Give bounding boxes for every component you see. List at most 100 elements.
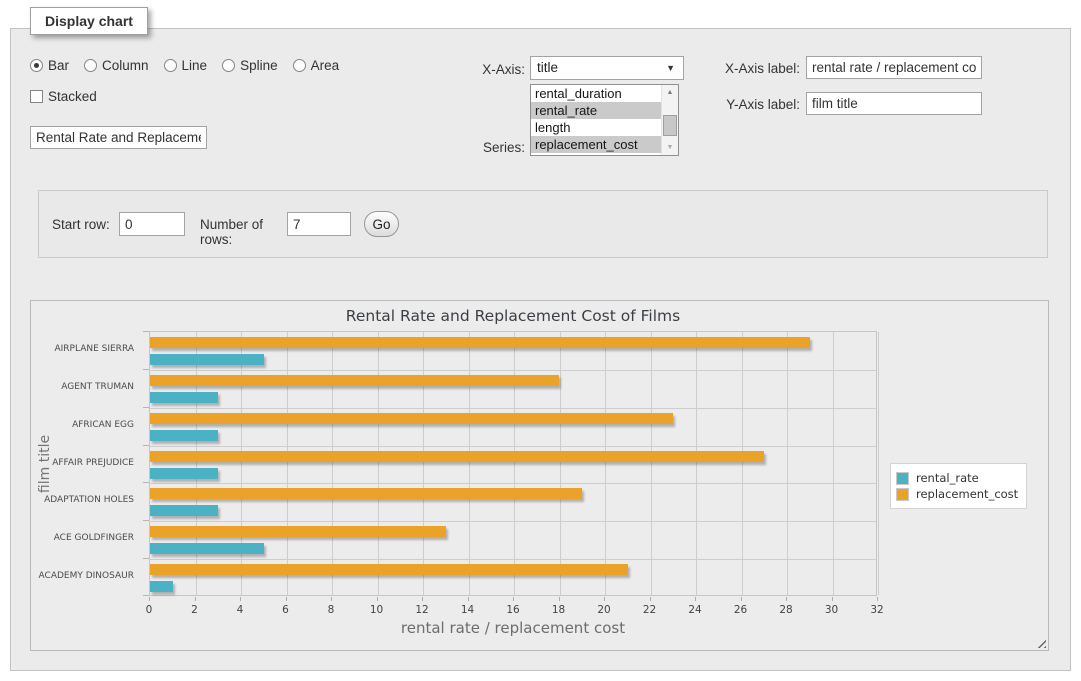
gridline (605, 332, 606, 595)
gridline (514, 332, 515, 595)
x-tick-mark (786, 597, 787, 601)
series-option-length[interactable]: length (531, 119, 661, 136)
radio-label: Column (102, 58, 149, 73)
stacked-checkbox-row[interactable]: Stacked (30, 89, 97, 104)
series-label: Series: (425, 140, 525, 155)
y-axis-label-input[interactable] (806, 92, 982, 115)
x-axis-label-field-label: X-Axis label: (688, 61, 800, 76)
series-option-rental_rate[interactable]: rental_rate (531, 102, 661, 119)
legend-swatch (896, 488, 909, 501)
x-tick-mark (559, 597, 560, 601)
x-tick-mark (195, 597, 196, 601)
y-axis-tick-labels: AIRPLANE SIERRAAGENT TRUMANAFRICAN EGGAF… (31, 331, 143, 596)
series-option-replacement_cost[interactable]: replacement_cost (531, 136, 661, 153)
gridline (150, 521, 876, 522)
rows-panel (38, 190, 1048, 258)
x-tick-label: 18 (544, 604, 574, 616)
chart-type-radio-group: Bar Column Line Spline Area (30, 58, 339, 73)
y-tick-label: ADAPTATION HOLES (31, 482, 134, 520)
x-tick-label: 2 (180, 604, 210, 616)
y-tick-label: AFRICAN EGG (31, 407, 134, 445)
start-row-input[interactable] (119, 212, 185, 236)
radio-icon[interactable] (30, 59, 43, 72)
bar-replacement_cost (150, 337, 810, 348)
number-of-rows-label: Number of rows: (200, 217, 284, 247)
gridline (469, 332, 470, 595)
stacked-checkbox[interactable] (30, 90, 43, 103)
x-tick-mark (331, 597, 332, 601)
gridline (150, 483, 876, 484)
gridline (787, 332, 788, 595)
x-tick-label: 12 (407, 604, 437, 616)
x-tick-label: 32 (862, 604, 892, 616)
radio-icon[interactable] (84, 59, 97, 72)
series-options: rental_durationrental_ratelengthreplacem… (531, 85, 678, 153)
y-tick-label: ACE GOLDFINGER (31, 520, 134, 558)
x-tick-mark (877, 597, 878, 601)
bar-replacement_cost (150, 413, 673, 424)
gridline (150, 408, 876, 409)
gridline (332, 332, 333, 595)
x-tick-mark (513, 597, 514, 601)
panel-title: Display chart (30, 7, 148, 35)
chart-type-radio-column[interactable]: Column (84, 58, 149, 73)
gridline (742, 332, 743, 595)
radio-icon[interactable] (293, 59, 306, 72)
x-tick-label: 26 (726, 604, 756, 616)
x-tick-mark (422, 597, 423, 601)
x-tick-label: 24 (680, 604, 710, 616)
chart-type-radio-spline[interactable]: Spline (222, 58, 278, 73)
x-tick-mark (695, 597, 696, 601)
scroll-up-icon[interactable]: ▲ (662, 85, 678, 100)
gridline (378, 332, 379, 595)
x-tick-label: 16 (498, 604, 528, 616)
x-axis-select[interactable]: title ▼ (530, 56, 684, 80)
chart-legend: rental_ratereplacement_cost (890, 463, 1027, 509)
chart-type-radio-area[interactable]: Area (293, 58, 340, 73)
series-option-rental_duration[interactable]: rental_duration (531, 85, 661, 102)
scrollbar-thumb[interactable] (663, 115, 677, 136)
bar-rental_rate (150, 430, 218, 441)
scroll-down-icon[interactable]: ▼ (662, 140, 678, 155)
series-listbox[interactable]: rental_durationrental_ratelengthreplacem… (530, 84, 679, 156)
chart-type-radio-line[interactable]: Line (164, 58, 208, 73)
bar-rental_rate (150, 468, 218, 479)
radio-label: Line (182, 58, 208, 73)
y-tick-label: AIRPLANE SIERRA (31, 331, 134, 369)
x-axis-label-input[interactable] (806, 56, 982, 79)
y-tick-label: ACADEMY DINOSAUR (31, 558, 134, 596)
plot-area (149, 331, 877, 596)
bar-replacement_cost (150, 526, 446, 537)
chart-title: Rental Rate and Replacement Cost of Film… (149, 307, 877, 325)
x-axis-label: X-Axis: (425, 62, 525, 77)
series-scrollbar[interactable]: ▲ ▼ (661, 85, 678, 155)
x-tick-mark (286, 597, 287, 601)
y-tick-mark (143, 520, 149, 521)
x-tick-mark (604, 597, 605, 601)
x-tick-label: 28 (771, 604, 801, 616)
x-tick-label: 8 (316, 604, 346, 616)
gridline (878, 332, 879, 595)
chart-container: Rental Rate and Replacement Cost of Film… (30, 300, 1049, 651)
legend-item-replacement_cost: replacement_cost (896, 487, 1018, 501)
x-tick-mark (377, 597, 378, 601)
gridline (696, 332, 697, 595)
resize-handle-icon[interactable] (1034, 636, 1046, 648)
x-axis-selected-value: title (537, 60, 558, 75)
legend-label: replacement_cost (916, 487, 1018, 501)
x-tick-mark (149, 597, 150, 601)
number-of-rows-input[interactable] (287, 212, 351, 236)
y-tick-label: AFFAIR PREJUDICE (31, 445, 134, 483)
gridline (241, 332, 242, 595)
bar-replacement_cost (150, 564, 628, 575)
gridline (150, 559, 876, 560)
bar-replacement_cost (150, 451, 764, 462)
radio-icon[interactable] (164, 59, 177, 72)
chart-title-input[interactable] (30, 126, 207, 149)
y-tick-mark (143, 369, 149, 370)
go-button[interactable]: Go (364, 211, 399, 237)
gridline (287, 332, 288, 595)
chart-type-radio-bar[interactable]: Bar (30, 58, 69, 73)
radio-icon[interactable] (222, 59, 235, 72)
y-tick-mark (143, 595, 149, 596)
